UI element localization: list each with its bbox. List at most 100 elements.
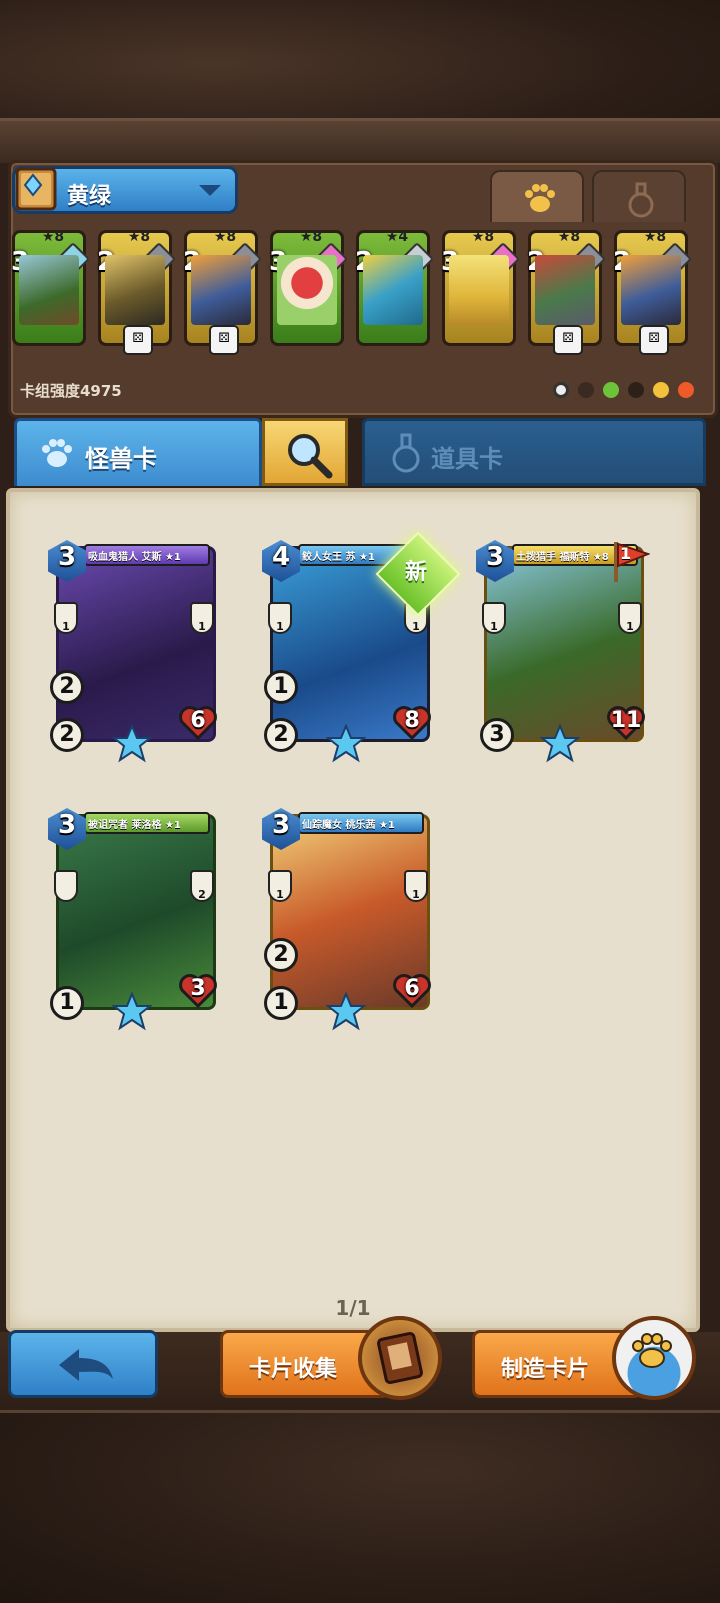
range-stat: 2 (264, 718, 298, 752)
hp-value: 6 (404, 976, 420, 1001)
card-art (105, 255, 165, 325)
card-cost: 3 (271, 810, 291, 840)
tab-item-cards[interactable]: 道具卡 (362, 418, 706, 486)
deck-card[interactable]: ★8 2 ⚄ (97, 229, 176, 355)
deck-book-icon (15, 167, 57, 211)
page-indicator: 1/1 (335, 1296, 371, 1320)
skill-badge: 1 (618, 602, 642, 634)
bottom-background (0, 1410, 720, 1603)
tab-monster-cards[interactable]: 怪兽卡 (14, 418, 262, 486)
fire-element-icon (678, 382, 694, 398)
deck-power: 卡组强度4975 (20, 382, 122, 400)
card-title: 仙踪魔女 桃乐茜 ★1 (302, 820, 395, 831)
skill-badge: 1 (268, 870, 292, 902)
lightning-element-icon (653, 382, 669, 398)
element-icons (553, 382, 694, 398)
craft-card-label: 制造卡片 (501, 1357, 590, 1382)
skill-badge: 1 (268, 602, 292, 634)
paw-icon (525, 184, 555, 212)
hp-value: 8 (404, 708, 420, 733)
range-stat: 2 (50, 718, 84, 752)
deck-card-stars: ★8 (643, 229, 667, 245)
deck-card[interactable]: ★4 2 (355, 229, 434, 346)
hp-badge: 6 (392, 970, 432, 1010)
deck-card[interactable]: ★8 2 ⚄ (613, 229, 692, 355)
card-art (277, 255, 337, 325)
hp-badge: 8 (392, 702, 432, 742)
deck-card-stars: ★8 (213, 229, 237, 245)
card-art (535, 255, 595, 325)
star-badge-icon (326, 724, 366, 763)
dice-icon: ⚄ (553, 325, 583, 355)
star-badge-icon (540, 724, 580, 763)
chevron-down-icon (199, 185, 221, 196)
star-badge-icon (326, 992, 366, 1031)
tab-item-label: 道具卡 (431, 445, 503, 473)
craft-card-icon (612, 1316, 696, 1400)
monster-card[interactable]: 吸血鬼猎人 艾斯 ★1 3 1 1 2 2 6 (48, 538, 218, 764)
card-book-icon (377, 1331, 423, 1385)
card-cost: 3 (485, 542, 505, 572)
neutral-element-icon (553, 382, 569, 398)
tab-item-filter[interactable] (592, 170, 686, 222)
skill-badge: 1 (482, 602, 506, 634)
card-cost: 4 (271, 542, 291, 572)
skill-badge (54, 870, 78, 902)
back-button[interactable] (8, 1330, 158, 1398)
dice-icon: ⚄ (209, 325, 239, 355)
card-art (621, 255, 681, 325)
deck-card-stars: ★8 (557, 229, 581, 245)
card-title: 被诅咒者 莱洛格 ★1 (88, 820, 181, 831)
card-art (449, 255, 509, 325)
new-label: 新 (404, 560, 427, 585)
skill-badge: 1 (54, 602, 78, 634)
card-collection-label: 卡片收集 (249, 1357, 338, 1382)
potion-icon (392, 433, 420, 473)
heal-stat: 1 (264, 670, 298, 704)
deck-card-stars: ★8 (471, 229, 495, 245)
card-collection-icon (358, 1316, 442, 1400)
hp-badge: 11 (606, 702, 646, 742)
monster-card[interactable]: 仙踪魔女 桃乐茜 ★1 3 1 1 2 1 6 (262, 806, 432, 1032)
attack-stat: 3 (480, 718, 514, 752)
hp-value: 6 (190, 708, 206, 733)
deck-card[interactable]: ★8 3 (441, 229, 520, 346)
paw-jar-icon (632, 1333, 672, 1368)
search-button[interactable] (262, 418, 348, 486)
attack-stat: 1 (50, 986, 84, 1020)
nature-element-icon (603, 382, 619, 398)
top-background (0, 0, 720, 163)
skill-badge: 1 (404, 870, 428, 902)
tab-monster-filter[interactable] (490, 170, 584, 222)
hp-value: 3 (190, 976, 206, 1001)
deck-card-stars: ★8 (299, 229, 323, 245)
dark-element-icon (578, 382, 594, 398)
star-badge-icon (112, 724, 152, 763)
dice-icon: ⚄ (639, 325, 669, 355)
monster-card[interactable]: 被诅咒者 莱洛格 ★1 3 2 1 3 (48, 806, 218, 1032)
hp-badge: 6 (178, 702, 218, 742)
deck-card-stars: ★4 (385, 229, 409, 245)
card-art (363, 255, 423, 325)
deck-card[interactable]: ★8 3 (269, 229, 348, 346)
attack-stat: 2 (264, 938, 298, 972)
card-title: 吸血鬼猎人 艾斯 ★1 (88, 552, 181, 563)
deck-selector[interactable]: 黄绿 (12, 166, 238, 214)
attack-stat: 2 (50, 670, 84, 704)
tab-monster-label: 怪兽卡 (85, 445, 157, 473)
deck-card[interactable]: ★8 2 ⚄ (183, 229, 262, 355)
back-arrow-icon (59, 1349, 113, 1381)
range-stat: 1 (264, 986, 298, 1020)
paw-icon (42, 439, 72, 467)
card-art (19, 255, 79, 325)
search-icon (288, 434, 333, 479)
deck-card[interactable]: ★8 3 (11, 229, 90, 346)
hp-value: 11 (610, 708, 642, 733)
skill-badge: 1 (190, 602, 214, 634)
hp-badge: 3 (178, 970, 218, 1010)
deck-card-stars: ★8 (41, 229, 65, 245)
deck-card-stars: ★8 (127, 229, 151, 245)
deck-card[interactable]: ★8 2 ⚄ (527, 229, 606, 355)
deck-name: 黄绿 (67, 184, 112, 209)
skill-badge: 2 (190, 870, 214, 902)
